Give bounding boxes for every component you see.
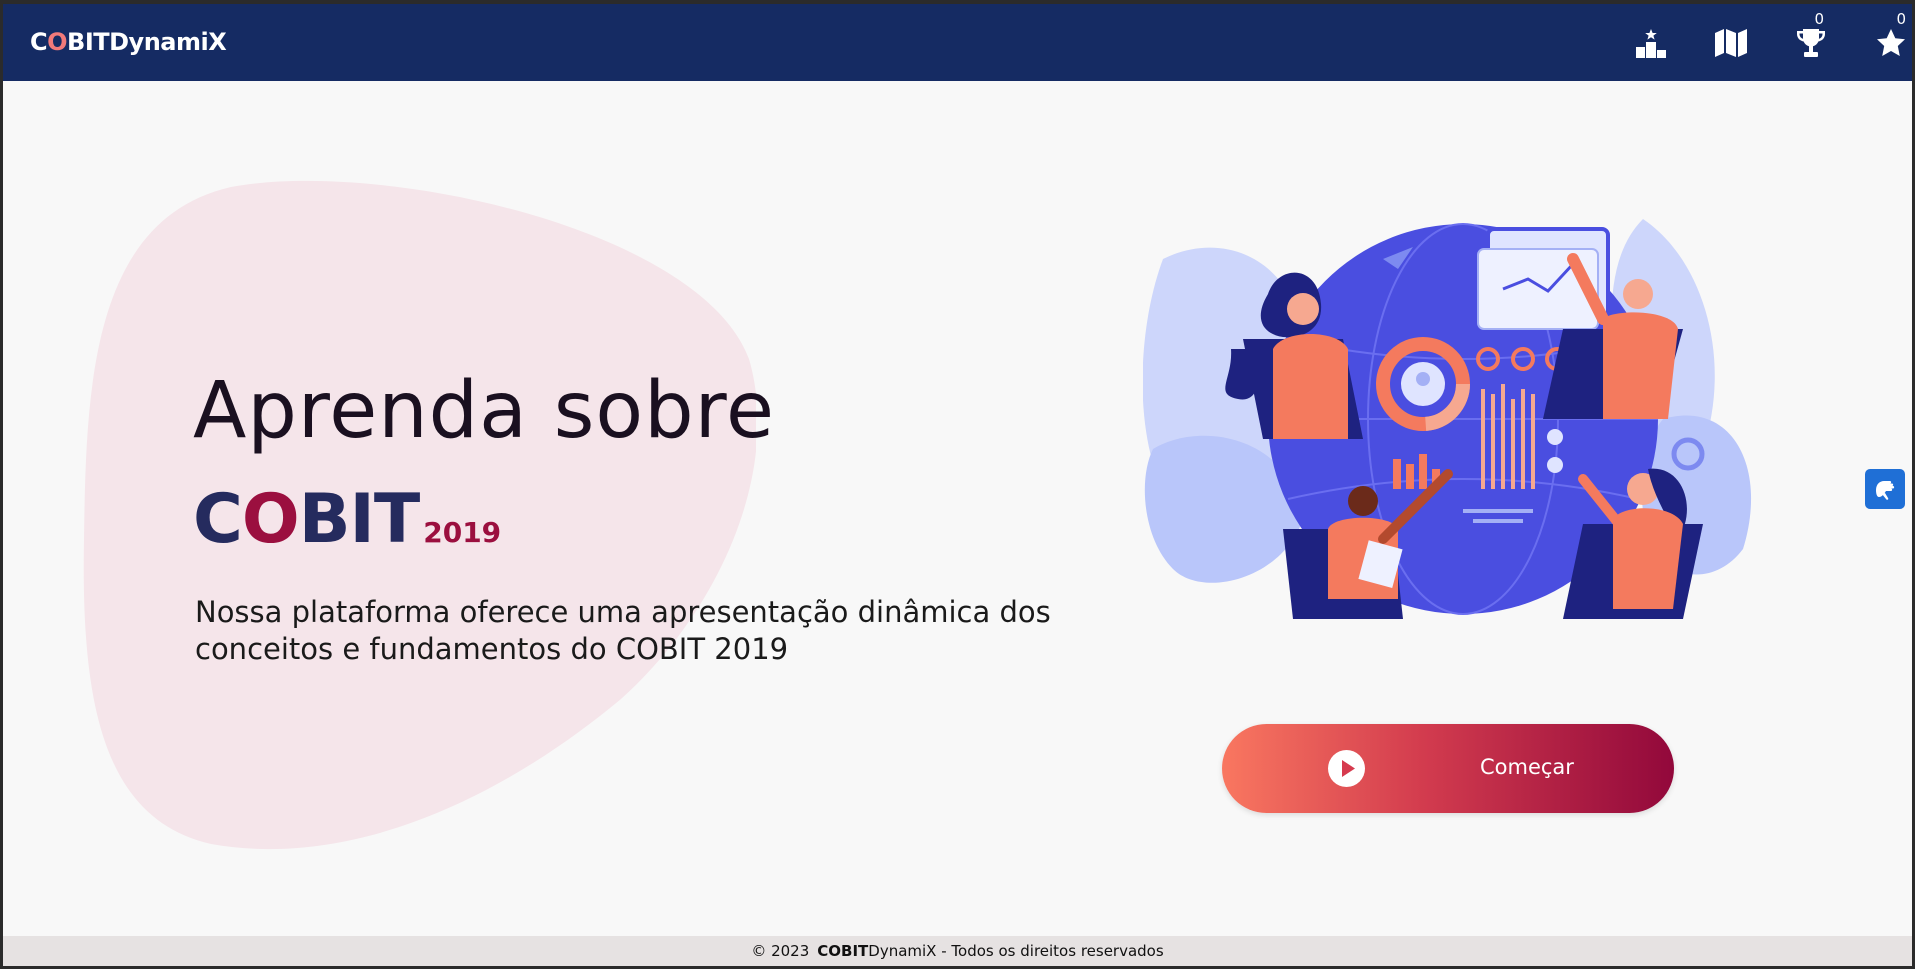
favorites-button[interactable] xyxy=(1874,26,1908,60)
hero-illustration xyxy=(1143,219,1752,619)
star-icon xyxy=(1877,29,1905,56)
achievements-button[interactable] xyxy=(1794,26,1828,60)
brand-text: BITDynamiX xyxy=(67,28,227,56)
map-icon xyxy=(1715,29,1747,57)
footer-brand-bold: COBIT xyxy=(817,942,869,960)
sign-language-icon xyxy=(1876,481,1895,500)
cobit-year: 2019 xyxy=(423,516,502,549)
app-frame: COBITDynamiX 0 0 Aprenda sobre COBIT 201… xyxy=(0,0,1915,969)
brand-letter-c: C xyxy=(30,28,48,56)
hero-description: Nossa plataforma oferece uma apresentaçã… xyxy=(195,595,1051,666)
trophy-icon xyxy=(1797,29,1825,57)
podium-icon xyxy=(1636,29,1666,58)
start-button[interactable]: Começar xyxy=(1222,724,1674,813)
ranking-button[interactable] xyxy=(1634,26,1668,60)
cobit-heading: COBIT 2019 xyxy=(193,486,501,554)
footer-copyright: © 2023 xyxy=(751,942,810,960)
brand-letter-o: O xyxy=(47,28,68,56)
cobit-letter-c: C xyxy=(193,480,243,559)
footer: © 2023 COBIT DynamiX - Todos os direitos r… xyxy=(3,936,1912,966)
map-button[interactable] xyxy=(1714,26,1748,60)
top-navbar: COBITDynamiX 0 0 xyxy=(3,4,1912,81)
play-icon xyxy=(1328,750,1365,787)
footer-brand-rest: DynamiX xyxy=(868,942,937,960)
trophy-count-badge: 0 xyxy=(1814,10,1824,28)
hero-title: Aprenda sobre xyxy=(193,366,775,456)
accessibility-button[interactable] xyxy=(1865,469,1905,509)
star-count-badge: 0 xyxy=(1896,10,1906,28)
cobit-text: BIT xyxy=(298,480,421,559)
start-button-label: Começar xyxy=(1480,755,1574,779)
footer-rights-text: - Todos os direitos reservados xyxy=(936,942,1164,960)
brand-logo[interactable]: COBITDynamiX xyxy=(30,28,227,56)
cobit-letter-o: O xyxy=(241,480,300,559)
